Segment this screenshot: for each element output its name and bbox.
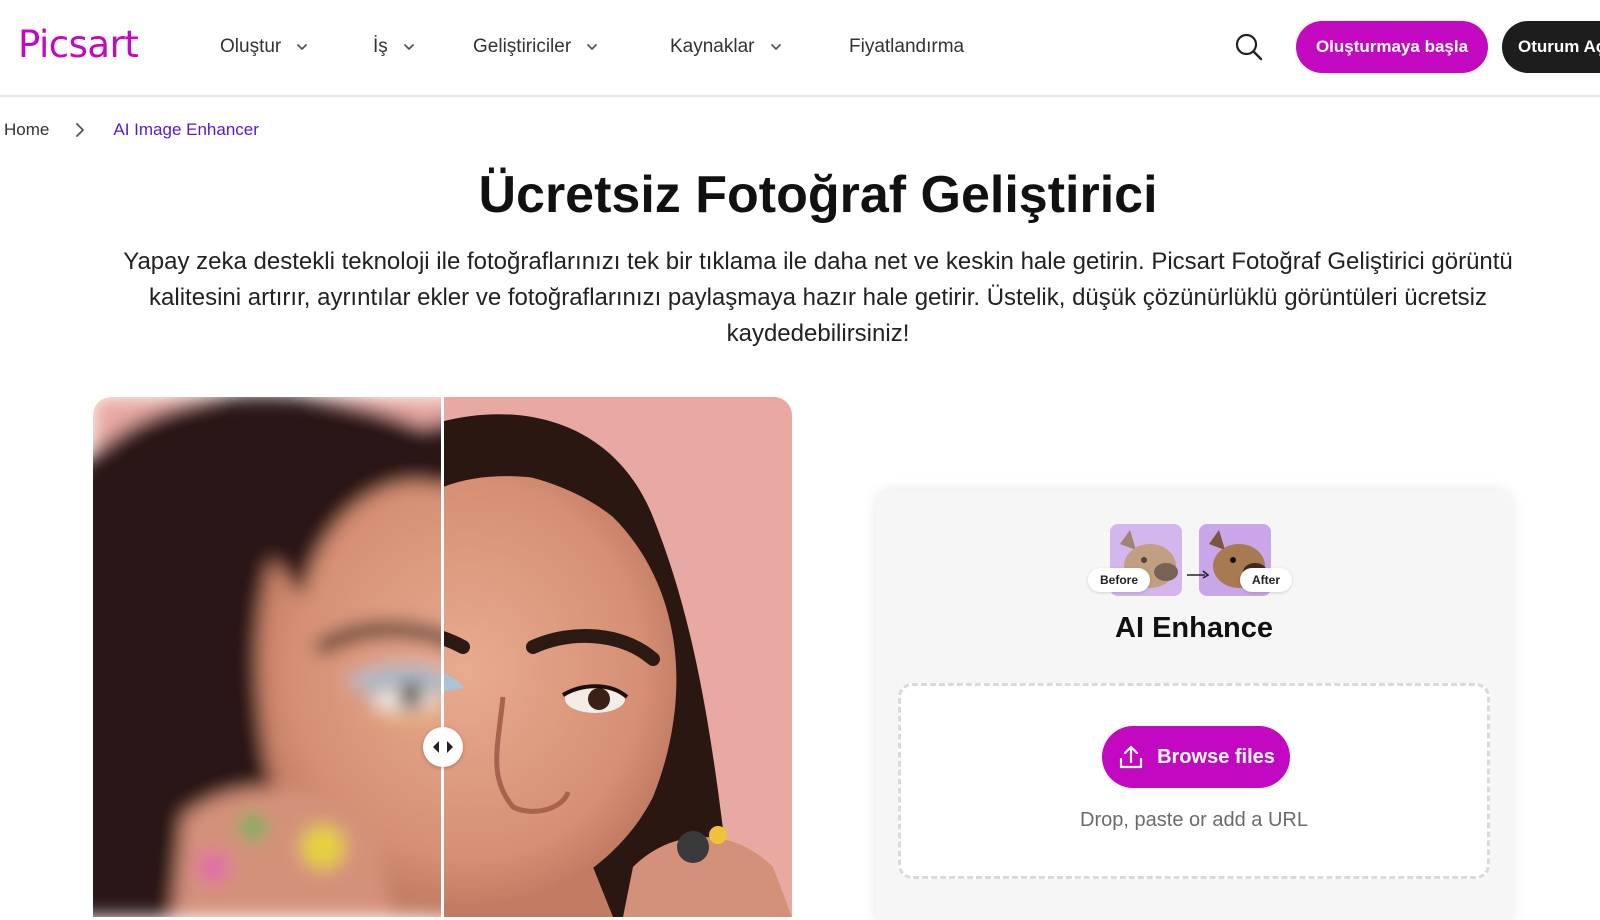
file-dropzone[interactable]: Browse files Drop, paste or add a URL — [898, 683, 1490, 879]
top-navigation-bar: Picsart Oluştur İş Geliştiriciler Kaynak… — [0, 0, 1600, 97]
search-icon[interactable] — [1234, 32, 1264, 62]
nav-item-fiyatlandirma[interactable]: Fiyatlandırma — [849, 34, 964, 60]
nav-item-olustur[interactable]: Oluştur — [220, 34, 309, 60]
browse-files-button[interactable]: Browse files — [1102, 726, 1290, 788]
card-title: AI Enhance — [1115, 612, 1273, 644]
nav-item-label: Kaynaklar — [670, 36, 755, 57]
chevron-down-icon — [403, 44, 414, 50]
chevron-right-icon — [76, 123, 85, 137]
nav-item-label: İş — [373, 36, 388, 57]
page-description: Yapay zeka destekli teknoloji ile fotoğr… — [123, 248, 1513, 347]
nav-item-label: Oluştur — [220, 36, 282, 57]
drag-arrows-icon — [433, 741, 453, 753]
nav-item-label: Fiyatlandırma — [849, 36, 965, 57]
after-label: After — [1240, 568, 1293, 592]
before-after-comparison[interactable] — [93, 397, 792, 917]
nav-item-gelistiriciler[interactable]: Geliştiriciler — [473, 34, 599, 60]
page-title: Ücretsiz Fotoğraf Geliştirici — [478, 166, 1158, 224]
upload-icon — [1119, 745, 1143, 769]
breadcrumb-current-link[interactable]: AI Image Enhancer — [113, 120, 259, 140]
nav-item-kaynaklar[interactable]: Kaynaklar — [670, 34, 783, 60]
breadcrumb: Home AI Image Enhancer — [4, 118, 259, 142]
login-button[interactable]: Oturum Aç — [1502, 21, 1600, 73]
upload-card: Before After AI Enhance Browse files Dro… — [876, 490, 1512, 920]
comparison-divider[interactable] — [441, 397, 444, 917]
start-creating-button[interactable]: Oluşturmaya başla — [1296, 21, 1488, 73]
arrow-right-icon — [1187, 570, 1210, 579]
breadcrumb-home-link[interactable]: Home — [4, 120, 49, 140]
nav-item-label: Geliştiriciler — [473, 36, 572, 57]
browse-files-label: Browse files — [1157, 745, 1275, 768]
nav-item-is[interactable]: İş — [373, 34, 416, 60]
comparison-slider-handle[interactable] — [423, 727, 463, 767]
dropzone-hint: Drop, paste or add a URL — [1080, 809, 1308, 831]
picsart-logo[interactable]: Picsart — [18, 22, 139, 68]
chevron-down-icon — [587, 44, 598, 50]
chevron-down-icon — [297, 44, 308, 50]
before-label: Before — [1088, 568, 1151, 592]
chevron-down-icon — [770, 44, 781, 50]
